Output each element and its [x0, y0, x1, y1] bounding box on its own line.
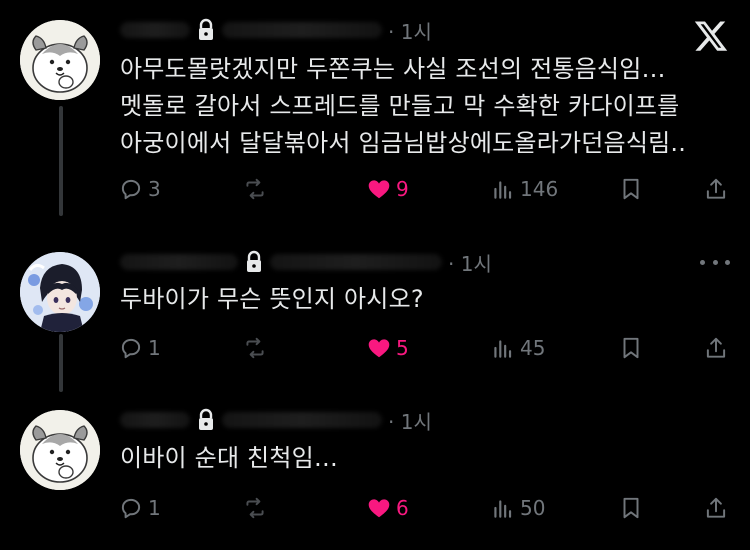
view-count: 50: [520, 496, 546, 520]
reply-icon: [121, 338, 141, 359]
views-chart-icon: [494, 340, 512, 358]
heart-filled-icon: [368, 180, 390, 199]
share-button[interactable]: [703, 332, 733, 364]
reply-button[interactable]: 1: [118, 332, 161, 364]
post-header: · 1시: [120, 15, 432, 45]
thread-connector-line: [59, 106, 63, 216]
post-text-line: 두바이가 무슨 뜻인지 아시오?: [120, 285, 424, 313]
share-button[interactable]: [703, 492, 733, 524]
heart-filled-icon: [368, 499, 390, 518]
post-text-line: 아궁이에서 달달볶아서 임금님밥상에도올라가던음식림..: [120, 129, 687, 157]
views-button[interactable]: 50: [490, 492, 545, 524]
post-header: · 1시: [120, 405, 432, 435]
like-button[interactable]: 6: [366, 492, 409, 524]
heart-filled-icon: [368, 339, 390, 358]
post-text-line: 멧돌로 갈아서 스프레드를 만들고 막 수확한 카다이프를: [120, 92, 680, 120]
share-icon: [706, 497, 726, 518]
blurred-display-name[interactable]: [120, 254, 238, 270]
reply-icon: [121, 498, 141, 519]
dog-avatar-icon: [20, 410, 100, 490]
reply-button[interactable]: 1: [118, 492, 161, 524]
post-time[interactable]: · 1시: [388, 16, 432, 45]
blurred-display-name[interactable]: [120, 412, 190, 428]
views-button[interactable]: 45: [490, 332, 545, 364]
repost-button[interactable]: [242, 492, 272, 524]
repost-icon: [246, 497, 264, 519]
like-button[interactable]: 5: [366, 332, 409, 364]
like-count: 9: [396, 177, 409, 201]
thread-connector-line: [59, 334, 63, 392]
view-count: 45: [520, 336, 546, 360]
share-button[interactable]: [703, 173, 733, 205]
avatar[interactable]: [20, 20, 100, 100]
repost-button[interactable]: [242, 332, 272, 364]
blurred-handle[interactable]: [270, 254, 442, 270]
thread-view: · 1시 아무도몰랏겠지만 두쫀쿠는 사실 조선의 전통음식임… 멧돌로 갈아서…: [0, 0, 750, 550]
lock-icon: [199, 18, 213, 40]
post-text: 아무도몰랏겠지만 두쫀쿠는 사실 조선의 전통음식임… 멧돌로 갈아서 스프레드…: [120, 51, 686, 162]
post-time[interactable]: · 1시: [448, 248, 492, 277]
views-button[interactable]: 146: [490, 173, 558, 205]
like-count: 6: [396, 496, 409, 520]
blurred-display-name[interactable]: [120, 22, 190, 38]
post-text-line: 이바이 순대 친척임…: [120, 444, 339, 472]
post-time[interactable]: · 1시: [388, 406, 432, 435]
view-count: 146: [520, 177, 559, 201]
dot: [700, 259, 705, 265]
reply-count: 1: [148, 496, 161, 520]
repost-icon: [246, 337, 264, 359]
like-count: 5: [396, 336, 409, 360]
views-chart-icon: [494, 500, 512, 518]
dot: [725, 259, 730, 265]
views-chart-icon: [494, 181, 512, 199]
post-actions: 1 6 50: [118, 492, 733, 524]
more-options-button[interactable]: [700, 257, 730, 267]
post-text-line: 아무도몰랏겠지만 두쫀쿠는 사실 조선의 전통음식임…: [120, 55, 666, 83]
reply-button[interactable]: 3: [118, 173, 161, 205]
lock-icon: [247, 250, 261, 272]
like-button[interactable]: 9: [366, 173, 409, 205]
avatar[interactable]: [20, 410, 100, 490]
x-logo-icon[interactable]: [693, 18, 729, 54]
bookmark-button[interactable]: [618, 173, 648, 205]
dog-avatar-icon: [20, 20, 100, 100]
reply-count: 3: [148, 177, 161, 201]
avatar[interactable]: [20, 252, 100, 332]
dot: [712, 259, 718, 265]
bookmark-button[interactable]: [618, 492, 648, 524]
repost-button[interactable]: [242, 173, 272, 205]
anime-avatar-icon: [20, 252, 100, 332]
bookmark-button[interactable]: [618, 332, 648, 364]
bookmark-icon: [623, 178, 639, 200]
post-text: 두바이가 무슨 뜻인지 아시오?: [120, 281, 424, 318]
share-icon: [706, 337, 726, 358]
share-icon: [706, 178, 726, 199]
post-actions: 1 5 45: [118, 332, 733, 364]
post-text: 이바이 순대 친척임…: [120, 440, 338, 477]
reply-count: 1: [148, 336, 161, 360]
lock-icon: [199, 408, 213, 430]
blurred-handle[interactable]: [222, 412, 382, 428]
bookmark-icon: [623, 337, 639, 359]
reply-icon: [121, 179, 141, 200]
bookmark-icon: [623, 497, 639, 519]
blurred-handle[interactable]: [222, 22, 382, 38]
post-actions: 3 9 146: [118, 173, 733, 205]
repost-icon: [246, 178, 264, 200]
post-header: · 1시: [120, 247, 492, 277]
